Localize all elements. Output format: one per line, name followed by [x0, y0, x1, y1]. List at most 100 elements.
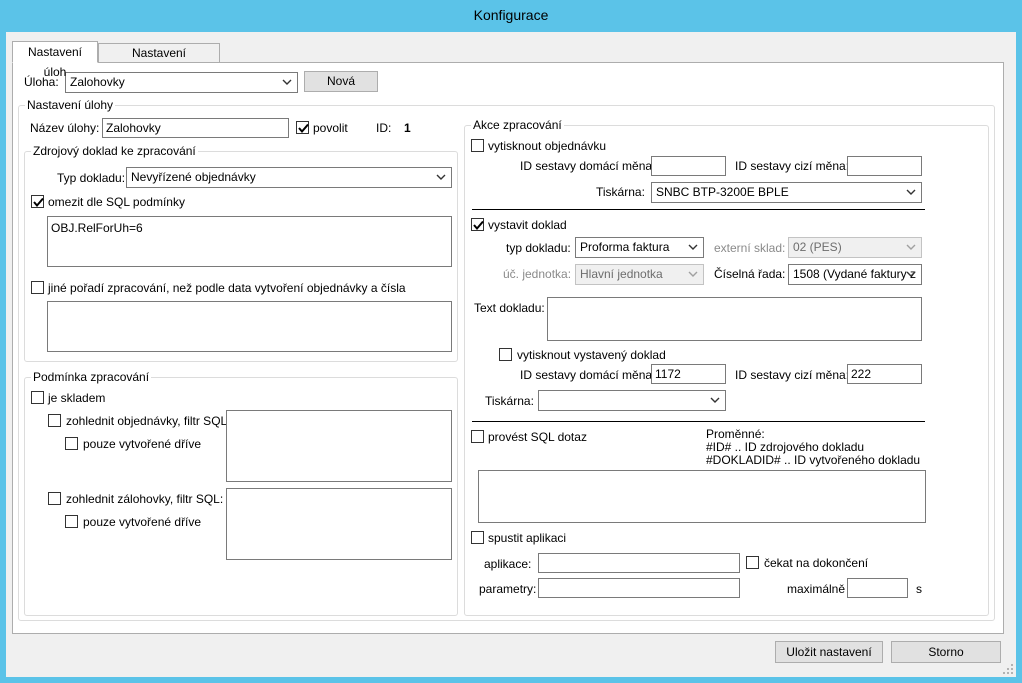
- sql-query-label: provést SQL dotaz: [488, 430, 587, 444]
- print-order-report-foreign-label: ID sestavy cizí měna:: [735, 159, 850, 173]
- accounting-unit-select[interactable]: Hlavní jednotka: [575, 264, 704, 285]
- issued-report-foreign-input[interactable]: 222: [847, 364, 922, 384]
- issued-printer-label: Tiskárna:: [485, 394, 534, 408]
- checkmark-icon: [473, 220, 484, 231]
- processing-condition-title: Podmínka zpracování: [31, 370, 152, 384]
- issued-report-domestic-label: ID sestavy domácí měna:: [520, 368, 656, 382]
- sql-filter-textarea[interactable]: OBJ.RelForUh=6: [47, 216, 452, 267]
- advances-only-earlier-label: pouze vytvořené dříve: [83, 515, 202, 529]
- accounting-unit-value: Hlavní jednotka: [580, 267, 663, 281]
- app-path-input[interactable]: [538, 553, 740, 573]
- in-stock-label: je skladem: [48, 391, 106, 405]
- doc-type-select-value: Nevyřízené objednávky: [131, 170, 256, 184]
- doc-type-select[interactable]: Nevyřízené objednávky: [126, 167, 452, 188]
- print-order-checkbox[interactable]: [471, 139, 484, 152]
- orders-only-earlier-checkbox[interactable]: [65, 437, 78, 450]
- consider-advances-checkbox[interactable]: [48, 492, 61, 505]
- tab-communication-settings[interactable]: Nastavení komunikace: [98, 43, 220, 78]
- sql-query-textarea[interactable]: [478, 470, 926, 523]
- run-app-checkbox[interactable]: [471, 531, 484, 544]
- advances-sql-textarea[interactable]: [226, 488, 452, 560]
- doc-text-label: Text dokladu:: [474, 301, 545, 315]
- checkmark-icon: [298, 123, 309, 134]
- issued-doc-type-select[interactable]: Proforma faktura: [575, 237, 704, 258]
- save-settings-button[interactable]: Uložit nastavení: [775, 641, 883, 663]
- chevron-down-icon: [436, 174, 446, 180]
- enabled-checkbox[interactable]: [296, 121, 309, 134]
- other-order-checkbox[interactable]: [31, 281, 44, 294]
- sql-filter-checkbox[interactable]: [31, 195, 44, 208]
- task-settings-title: Nastavení úlohy: [25, 98, 116, 112]
- issued-report-foreign-label: ID sestavy cizí měna:: [735, 368, 850, 382]
- tab-task-settings[interactable]: Nastavení úloh: [12, 41, 98, 79]
- print-issued-checkbox[interactable]: [499, 348, 512, 361]
- issued-doc-type-label: typ dokladu:: [506, 241, 571, 255]
- issue-document-checkbox[interactable]: [471, 218, 484, 231]
- other-order-textarea[interactable]: [47, 301, 452, 352]
- number-series-value: 1508 (Vydané faktury z: [793, 267, 916, 281]
- print-order-label: vytisknout objednávku: [488, 139, 607, 153]
- doc-type-label: Typ dokladu:: [57, 171, 126, 185]
- issue-document-label: vystavit doklad: [488, 218, 567, 232]
- separator-line: [472, 421, 925, 422]
- app-params-input[interactable]: [538, 578, 740, 598]
- id-value: 1: [404, 121, 411, 135]
- chevron-down-icon: [282, 79, 292, 85]
- task-select-value: Zalohovky: [70, 75, 125, 89]
- chevron-down-icon: [906, 244, 916, 250]
- accounting-unit-label: úč. jednotka:: [503, 267, 572, 281]
- doc-text-textarea[interactable]: [547, 297, 922, 341]
- issued-printer-select[interactable]: [538, 390, 726, 411]
- consider-orders-label: zohlednit objednávky, filtr SQL:: [66, 414, 231, 428]
- chevron-down-icon: [688, 271, 698, 277]
- print-order-printer-label: Tiskárna:: [596, 185, 645, 199]
- consider-orders-checkbox[interactable]: [48, 414, 61, 427]
- app-params-label: parametry:: [479, 582, 537, 596]
- print-order-report-domestic-label: ID sestavy domácí měna:: [520, 159, 656, 173]
- external-warehouse-label: externí sklad:: [714, 241, 786, 255]
- new-task-button[interactable]: Nová: [304, 71, 378, 92]
- in-stock-checkbox[interactable]: [31, 391, 44, 404]
- print-order-printer-value: SNBC BTP-3200E BPLE: [656, 185, 789, 199]
- external-warehouse-select[interactable]: 02 (PES): [788, 237, 922, 258]
- max-time-input[interactable]: [847, 578, 908, 598]
- app-path-label: aplikace:: [484, 557, 532, 571]
- window-title: Konfigurace: [473, 7, 549, 23]
- orders-only-earlier-label: pouze vytvořené dříve: [83, 437, 202, 451]
- separator-line: [472, 209, 925, 210]
- task-name-label: Název úlohy:: [30, 121, 100, 135]
- chevron-down-icon: [906, 189, 916, 195]
- number-series-label: Číselná řada:: [714, 267, 786, 281]
- wait-finish-checkbox[interactable]: [746, 556, 759, 569]
- advances-only-earlier-checkbox[interactable]: [65, 515, 78, 528]
- consider-advances-label: zohlednit zálohovky, filtr SQL:: [66, 492, 224, 506]
- issued-doc-type-value: Proforma faktura: [580, 240, 670, 254]
- chevron-down-icon: [906, 271, 916, 277]
- print-order-printer-select[interactable]: SNBC BTP-3200E BPLE: [651, 182, 922, 203]
- orders-sql-textarea[interactable]: [226, 410, 452, 482]
- sql-filter-label: omezit dle SQL podmínky: [48, 195, 185, 209]
- resize-grip-icon[interactable]: [1002, 663, 1014, 675]
- run-app-label: spustit aplikaci: [488, 531, 567, 545]
- issued-report-domestic-input[interactable]: 1172: [651, 364, 726, 384]
- print-order-report-domestic-input[interactable]: [651, 156, 726, 176]
- number-series-select[interactable]: 1508 (Vydané faktury z: [788, 264, 922, 285]
- source-document-title: Zdrojový doklad ke zpracování: [31, 144, 198, 158]
- wait-finish-label: čekat na dokončení: [764, 556, 869, 570]
- seconds-unit-label: s: [916, 582, 922, 596]
- checkmark-icon: [33, 197, 44, 208]
- print-issued-label: vytisknout vystavený doklad: [517, 348, 666, 362]
- external-warehouse-value: 02 (PES): [793, 240, 842, 254]
- print-order-report-foreign-input[interactable]: [847, 156, 922, 176]
- cancel-button[interactable]: Storno: [891, 641, 1001, 663]
- sql-query-checkbox[interactable]: [471, 430, 484, 443]
- enabled-label: povolit: [313, 121, 348, 135]
- chevron-down-icon: [710, 397, 720, 403]
- variable-dokladid: #DOKLADID# .. ID vytvořeného dokladu: [706, 453, 921, 467]
- task-name-input[interactable]: Zalohovky: [102, 118, 289, 138]
- task-select[interactable]: Zalohovky: [65, 72, 298, 93]
- id-label: ID:: [376, 121, 392, 135]
- chevron-down-icon: [688, 244, 698, 250]
- max-time-label: maximálně: [787, 582, 846, 596]
- processing-actions-title: Akce zpracování: [471, 118, 564, 132]
